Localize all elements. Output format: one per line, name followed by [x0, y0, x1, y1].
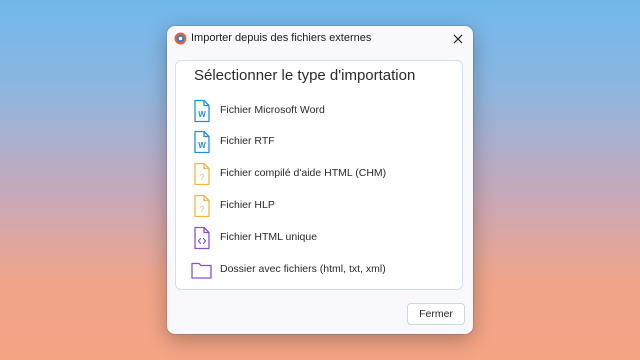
svg-text:W: W — [198, 141, 206, 150]
dialog-title: Importer depuis des fichiers externes — [191, 32, 372, 44]
option-chm[interactable]: ? Fichier compilé d'aide HTML (CHM) — [190, 162, 450, 186]
svg-text:?: ? — [200, 173, 205, 182]
import-type-panel: Sélectionner le type d'importation W Fic… — [175, 60, 463, 290]
close-icon — [453, 34, 463, 44]
svg-text:W: W — [198, 110, 206, 119]
option-folder[interactable]: Dossier avec fichiers (html, txt, xml) — [190, 258, 450, 282]
import-dialog: Importer depuis des fichiers externes Sé… — [167, 26, 473, 334]
rtf-file-icon: W — [194, 130, 210, 154]
dialog-titlebar[interactable]: Importer depuis des fichiers externes — [167, 26, 473, 52]
fermer-button[interactable]: Fermer — [407, 303, 465, 325]
option-label: Fichier Microsoft Word — [220, 104, 325, 116]
app-logo-icon — [174, 32, 187, 45]
html-file-icon — [194, 226, 210, 250]
option-rtf[interactable]: W Fichier RTF — [190, 130, 450, 154]
option-label: Fichier RTF — [220, 135, 275, 147]
option-label: Fichier HTML unique — [220, 231, 318, 243]
panel-heading: Sélectionner le type d'importation — [194, 67, 416, 84]
word-file-icon: W — [194, 99, 210, 123]
hlp-help-file-icon: ? — [194, 194, 210, 218]
chm-help-file-icon: ? — [194, 162, 210, 186]
option-label: Fichier compilé d'aide HTML (CHM) — [220, 167, 387, 179]
option-hlp[interactable]: ? Fichier HLP — [190, 194, 450, 218]
option-label: Fichier HLP — [220, 199, 275, 211]
option-microsoft-word[interactable]: W Fichier Microsoft Word — [190, 99, 450, 123]
svg-text:?: ? — [200, 205, 205, 214]
close-button[interactable] — [447, 28, 469, 50]
folder-icon — [191, 262, 212, 279]
option-html[interactable]: Fichier HTML unique — [190, 226, 450, 250]
option-label: Dossier avec fichiers (html, txt, xml) — [220, 263, 386, 275]
